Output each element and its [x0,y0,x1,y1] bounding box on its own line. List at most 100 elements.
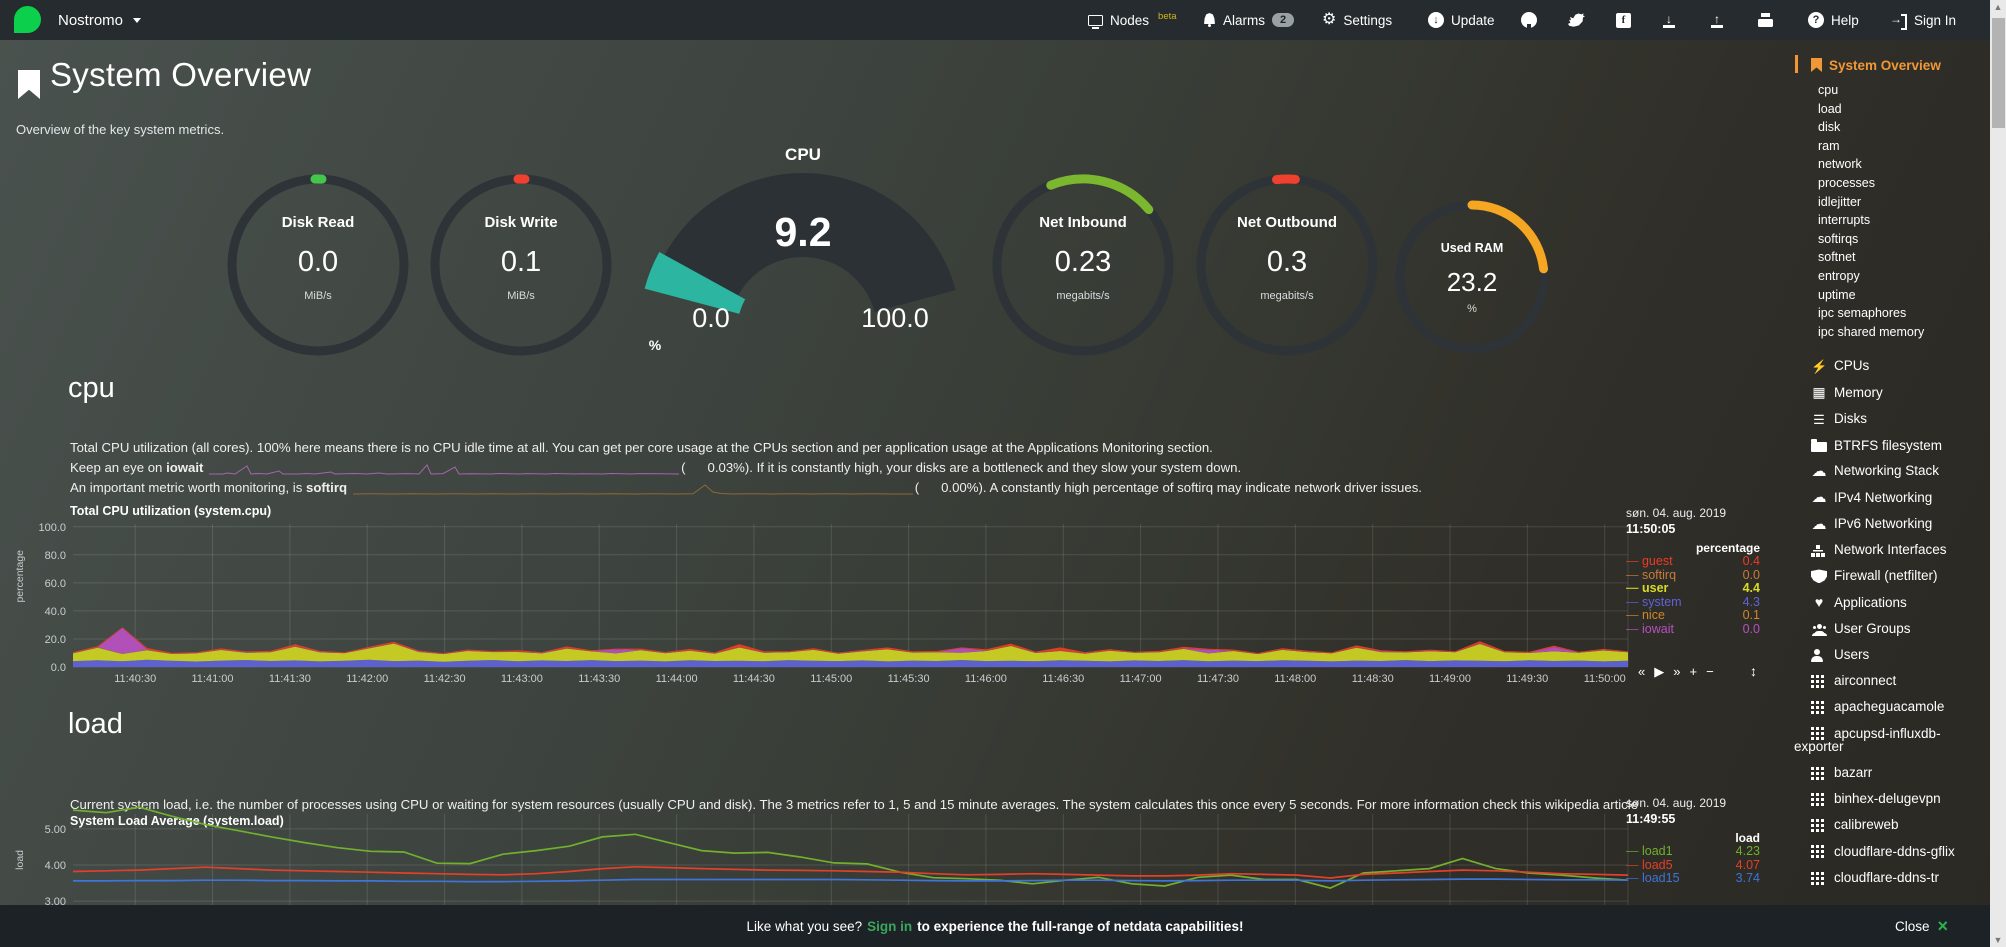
sidebar-sections: CPUs Memory Disks BTRFS filesystem Netwo… [1794,353,1990,890]
sidebar-item-system-overview[interactable]: System Overview [1794,56,1990,74]
hostname-dropdown[interactable]: Nostromo [58,0,141,40]
gauge-label: Net Inbound [988,214,1178,231]
nav-signin[interactable]: Sign In [1890,0,1956,40]
cloud-icon [1811,518,1827,532]
grid-icon [1811,872,1827,885]
sidebar-section-item[interactable]: IPv6 Networking [1794,511,1990,537]
gauge-net-outbound[interactable]: Net Outbound 0.3 megabits/s [1192,170,1382,360]
bookmark-icon [1811,58,1822,72]
sidebar-section-item[interactable]: apcupsd-influxdb-exporter [1794,720,1990,760]
sidebar-section-item[interactable]: IPv4 Networking [1794,485,1990,511]
cpu-desc-line2-pre: Keep an eye on [70,460,166,475]
cloud-icon [1811,491,1827,505]
svg-text:11:46:00: 11:46:00 [965,673,1007,685]
sidebar-section-item[interactable]: Applications [1794,590,1990,616]
legend-row[interactable]: user 4.4 [1626,582,1760,596]
legend-row[interactable]: system 4.3 [1626,596,1760,610]
pan-backward-button[interactable]: « [1638,664,1645,680]
sidebar-subitem[interactable]: network [1794,155,1990,174]
sidebar-subitem[interactable]: idlejitter [1794,193,1990,212]
nav-nodes[interactable]: Nodes beta [1088,0,1177,40]
sidebar-section-item[interactable]: Firewall (netfilter) [1794,563,1990,590]
nav-twitter[interactable] [1568,0,1585,40]
gauge-used-ram[interactable]: Used RAM 23.2 % [1392,197,1552,357]
legend-row[interactable]: nice 0.1 [1626,609,1760,623]
sidebar-subitem[interactable]: processes [1794,174,1990,193]
nav-nodes-label: Nodes [1110,13,1149,28]
sidebar-section-item[interactable]: Memory [1794,380,1990,406]
sidebar-section-item[interactable]: BTRFS filesystem [1794,432,1990,458]
sidebar-subitem[interactable]: load [1794,100,1990,119]
play-button[interactable]: ▶ [1654,664,1664,680]
netdata-logo-icon[interactable] [14,6,41,33]
sidebar-section-item[interactable]: calibreweb [1794,812,1990,838]
sidebar-section-item[interactable]: cloudflare-ddns-tr [1794,865,1990,891]
sidebar-section-item[interactable]: airconnect [1794,668,1990,694]
nav-github[interactable] [1521,0,1537,40]
sidebar-section-item[interactable]: bazarr [1794,760,1990,786]
svg-text:11:48:30: 11:48:30 [1352,673,1394,685]
legend-row[interactable]: load15 3.74 [1626,872,1760,886]
sidebar-section-item[interactable]: Networking Stack [1794,458,1990,484]
nav-alarms[interactable]: Alarms 2 [1203,0,1294,40]
zoom-in-button[interactable]: + [1689,664,1697,680]
svg-text:20.0: 20.0 [45,634,66,646]
gauge-disk-write[interactable]: Disk Write 0.1 MiB/s [426,170,616,360]
nav-facebook[interactable] [1616,0,1631,40]
sidebar-subitem[interactable]: softirqs [1794,230,1990,249]
grid-icon [1811,675,1827,688]
sidebar-subitem[interactable]: cpu [1794,81,1990,100]
chevron-down-icon [133,18,141,23]
legend-row[interactable]: load5 4.07 [1626,859,1760,873]
pan-forward-button[interactable]: » [1673,664,1680,680]
gauge-net-inbound[interactable]: Net Inbound 0.23 megabits/s [988,170,1178,360]
cpu-chart[interactable]: 0.020.040.060.080.0100.011:40:3011:41:00… [0,516,1740,688]
sidebar-section-item[interactable]: binhex-delugevpn [1794,786,1990,812]
alarms-count-badge: 2 [1272,13,1294,27]
sidebar-subitem[interactable]: entropy [1794,267,1990,286]
scrollbar-thumb[interactable] [1992,18,2005,128]
sidebar-section-item[interactable]: Users [1794,642,1990,668]
nav-export[interactable] [1662,0,1676,40]
sidebar-section-item[interactable]: Network Interfaces [1794,537,1990,563]
zoom-out-button[interactable]: − [1706,664,1714,680]
sidebar-subitem[interactable]: ipc semaphores [1794,304,1990,323]
sidebar-section-item[interactable]: cloudflare-ddns-gflix [1794,838,1990,864]
nav-settings[interactable]: Settings [1322,0,1392,40]
gauge-disk-read[interactable]: Disk Read 0.0 MiB/s [223,170,413,360]
softirq-sparkline-icon [353,481,913,497]
legend-row[interactable]: load1 4.23 [1626,845,1760,859]
legend-row[interactable]: iowait 0.0 [1626,623,1760,637]
sidebar-subitem[interactable]: disk [1794,118,1990,137]
legend-row[interactable]: softirq 0.0 [1626,569,1760,583]
sidebar-section-item[interactable]: CPUs [1794,353,1990,379]
page-scrollbar[interactable]: ▲ ▼ [1990,0,2006,947]
nav-alarms-label: Alarms [1223,13,1265,28]
sidebar-subitem[interactable]: ipc shared memory [1794,323,1990,342]
sidebar-subitem[interactable]: softnet [1794,248,1990,267]
folder-icon [1811,442,1827,452]
nav-update[interactable]: Update [1428,0,1495,40]
banner-close-button[interactable]: Close × [1895,905,1948,947]
chart-resize-handle[interactable]: ↕ [1750,663,1757,679]
banner-signin-link[interactable]: Sign in [867,919,912,934]
nav-help[interactable]: Help [1808,0,1859,40]
bell-icon [1203,13,1216,27]
nav-print[interactable] [1758,0,1773,40]
hostname-label: Nostromo [58,12,123,29]
legend-row[interactable]: guest 0.4 [1626,555,1760,569]
scroll-up-arrow[interactable]: ▲ [1990,2,2006,12]
svg-text:11:45:30: 11:45:30 [888,673,930,685]
grid-icon [1811,727,1827,740]
signin-icon [1890,14,1907,27]
gauge-cpu[interactable]: CPU 9.2 0.0 100.0 % [633,145,973,365]
sidebar-section-item[interactable]: apacheguacamole [1794,694,1990,720]
sidebar-subitem[interactable]: interrupts [1794,211,1990,230]
sidebar-section-item[interactable]: Disks [1794,406,1990,432]
iowait-term: iowait [166,460,203,475]
nav-import[interactable] [1710,0,1724,40]
sidebar-subitem[interactable]: uptime [1794,286,1990,305]
scroll-down-arrow[interactable]: ▼ [1990,935,2006,945]
sidebar-subitem[interactable]: ram [1794,137,1990,156]
sidebar-section-item[interactable]: User Groups [1794,616,1990,642]
